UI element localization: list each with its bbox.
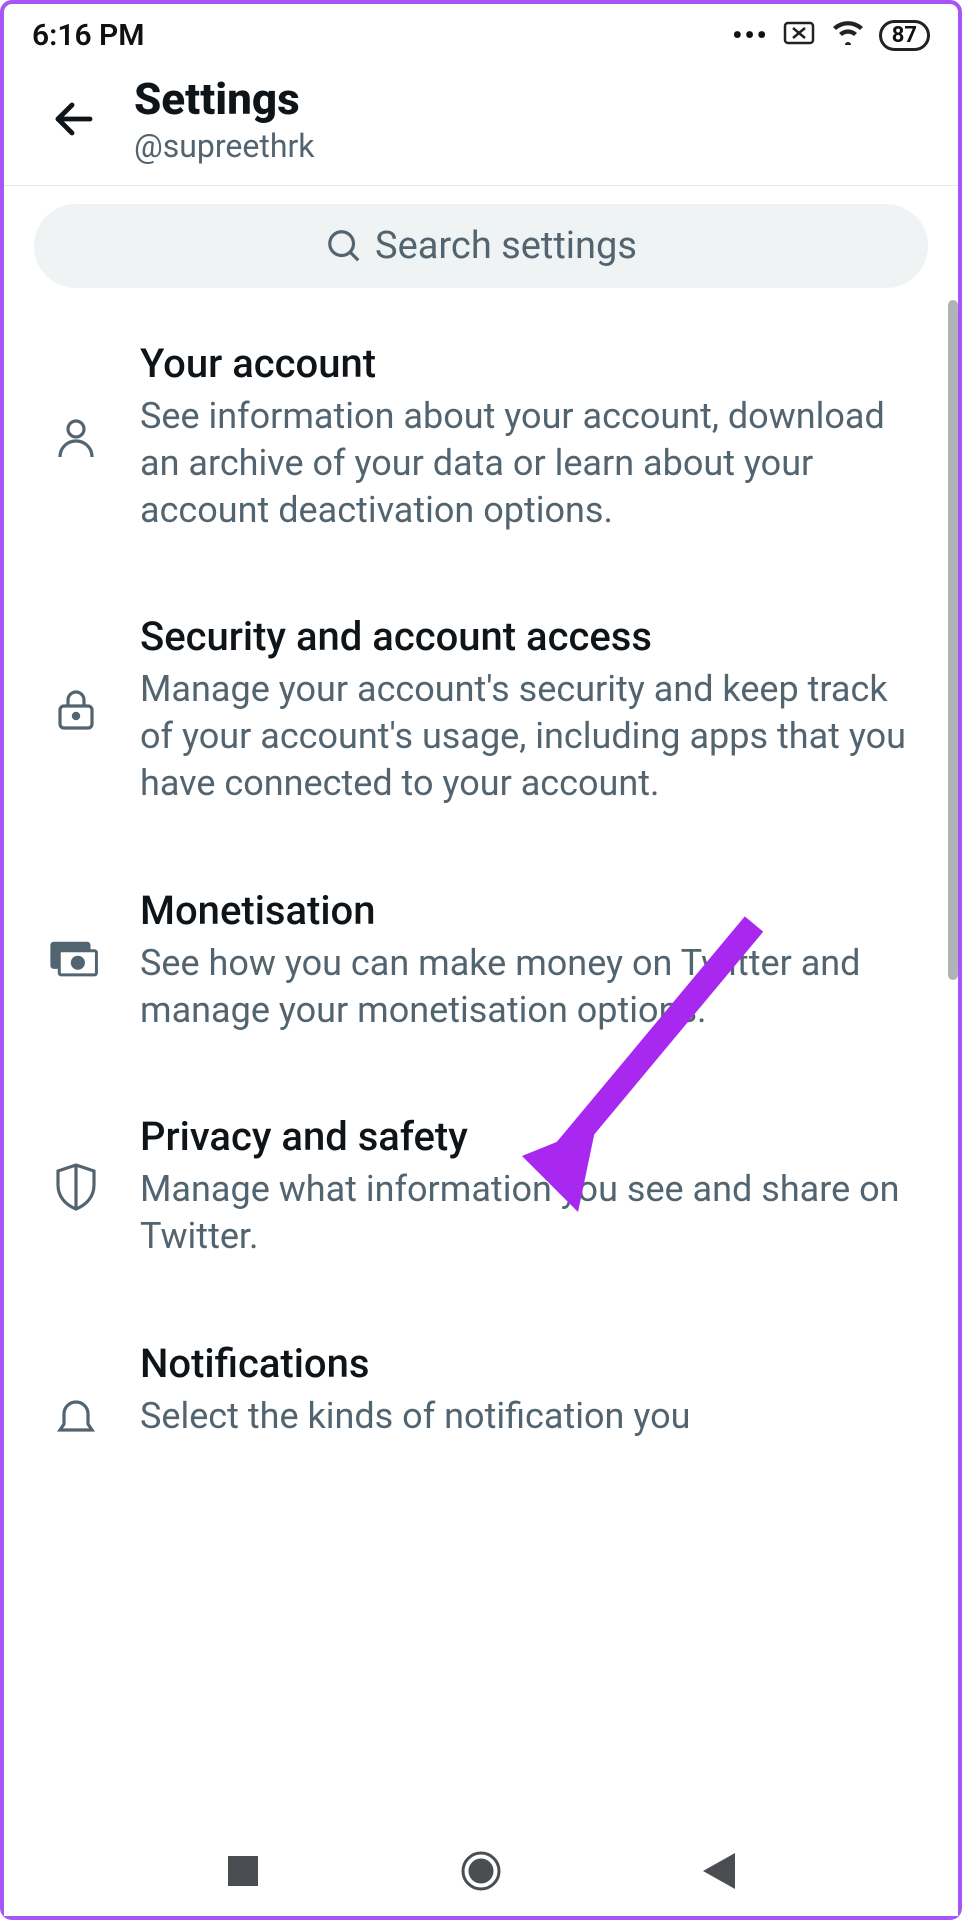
settings-item-account[interactable]: Your account See information about your … [4,300,958,573]
android-nav-bar [4,1826,958,1916]
page-title: Settings [134,73,315,125]
search-icon [325,227,363,265]
status-time: 6:16 PM [32,18,145,53]
item-desc: Select the kinds of notification you [140,1393,922,1440]
item-desc: Manage your account's security and keep … [140,666,922,806]
item-title: Monetisation [140,887,922,934]
back-nav-button[interactable] [694,1846,744,1896]
settings-item-security[interactable]: Security and account access Manage your … [4,573,958,846]
money-icon [40,940,112,980]
settings-list: Your account See information about your … [4,300,958,1830]
page-subtitle: @supreethrk [134,127,315,165]
wifi-icon [831,18,865,53]
scroll-indicator[interactable] [948,300,958,980]
sim-off-icon [783,18,817,53]
item-title: Security and account access [140,613,922,660]
item-desc: See how you can make money on Twitter an… [140,940,922,1034]
app-header: Settings @supreethrk [4,63,958,186]
bell-icon [40,1392,112,1440]
status-bar: 6:16 PM ••• 87 [4,4,958,63]
settings-item-monetisation[interactable]: Monetisation See how you can make money … [4,847,958,1074]
recent-apps-button[interactable] [218,1846,268,1896]
item-title: Your account [140,340,922,387]
item-desc: Manage what information you see and shar… [140,1166,922,1260]
search-input[interactable]: Search settings [34,204,928,288]
home-button[interactable] [456,1846,506,1896]
more-dots-icon: ••• [732,19,769,52]
shield-icon [40,1161,112,1213]
person-icon [40,413,112,461]
battery-indicator: 87 [879,20,930,51]
status-right: ••• 87 [732,18,930,53]
settings-item-notifications[interactable]: Notifications Select the kinds of notifi… [4,1300,958,1480]
lock-icon [40,686,112,734]
item-title: Privacy and safety [140,1113,922,1160]
item-title: Notifications [140,1340,922,1387]
settings-item-privacy[interactable]: Privacy and safety Manage what informati… [4,1073,958,1300]
search-placeholder: Search settings [375,224,637,268]
item-desc: See information about your account, down… [140,393,922,533]
back-button[interactable] [44,89,104,149]
